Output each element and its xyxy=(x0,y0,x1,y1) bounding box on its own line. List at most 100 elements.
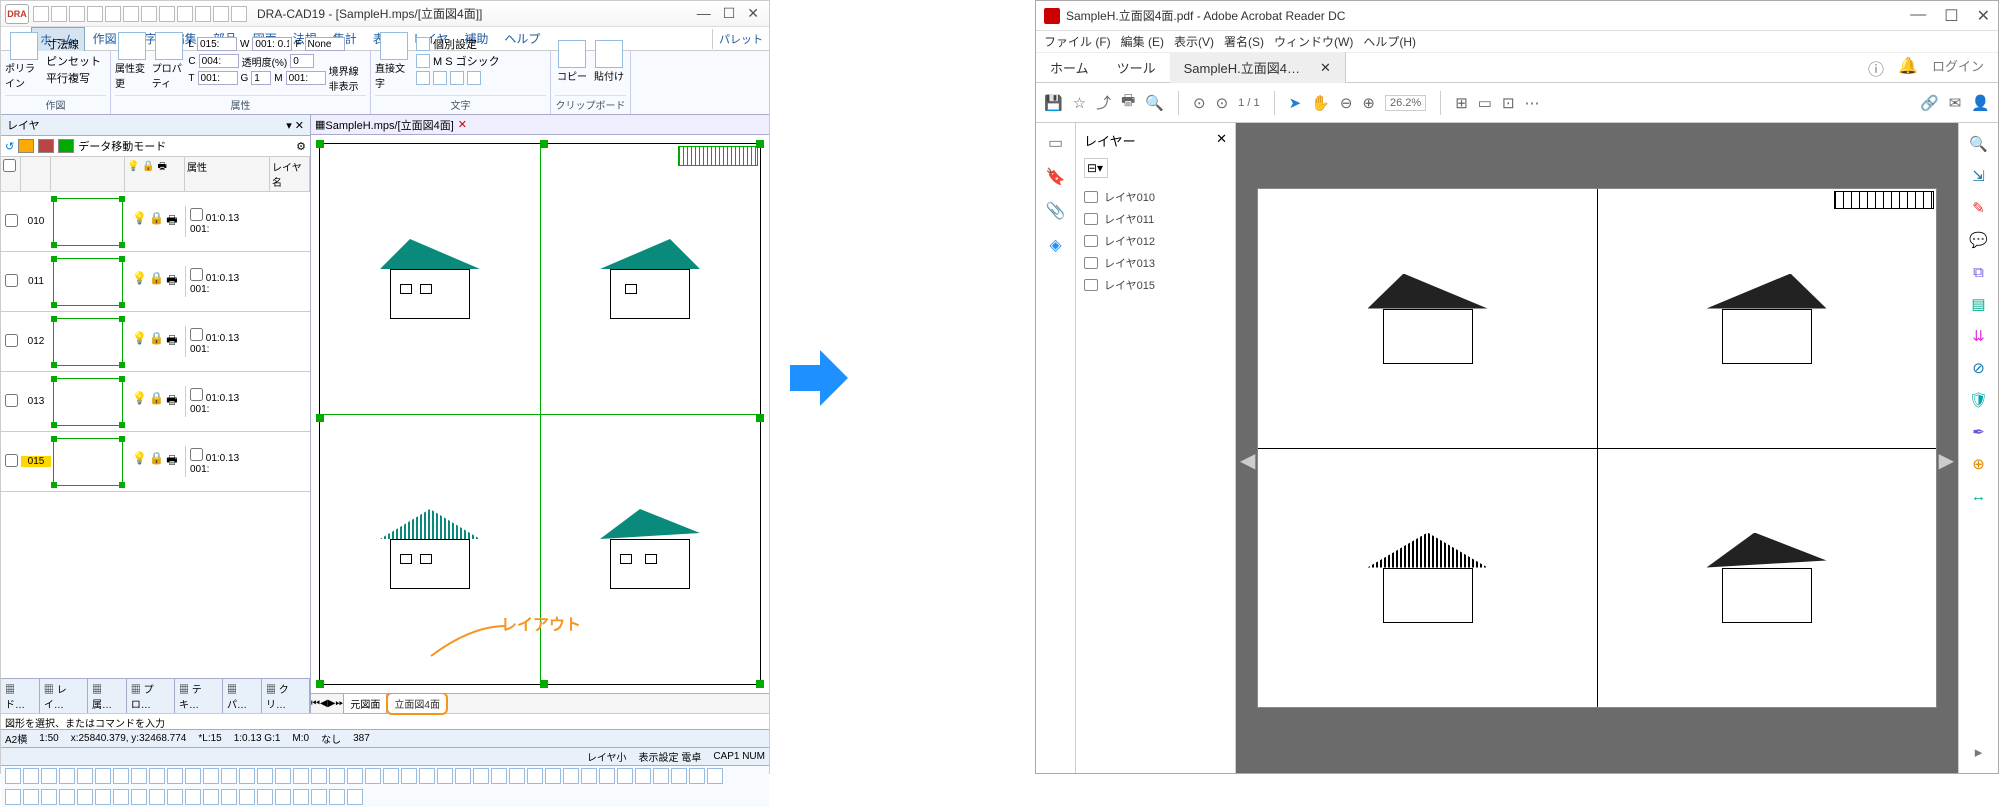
bulb-icon[interactable]: 💡 xyxy=(132,451,147,472)
tab-file[interactable]: SampleH.立面図4…✕ xyxy=(1170,52,1346,83)
zoom-select[interactable]: 26.2% xyxy=(1385,95,1426,111)
tool-icon[interactable] xyxy=(41,768,57,784)
qat-icon[interactable] xyxy=(105,6,121,22)
search-icon[interactable]: 🔍 xyxy=(1145,94,1164,112)
panel-tab[interactable]: ▦ クリ… xyxy=(262,679,310,713)
monitor-icon[interactable] xyxy=(58,139,74,153)
boundary-button[interactable]: 境界線非表示 xyxy=(329,63,366,93)
tool-icon[interactable] xyxy=(257,768,273,784)
page-down-icon[interactable]: ⊙ xyxy=(1216,94,1229,112)
refresh-icon[interactable]: ↺ xyxy=(5,140,14,153)
page-next-icon[interactable]: ▶ xyxy=(1939,448,1954,473)
text-tool-icon[interactable] xyxy=(450,71,464,85)
paste-button[interactable]: 貼付け xyxy=(592,40,626,83)
tool-icon[interactable] xyxy=(239,789,255,805)
layer-checkbox[interactable] xyxy=(5,454,18,467)
tool-icon[interactable] xyxy=(563,768,579,784)
tool-icon[interactable] xyxy=(95,789,111,805)
qat-icon[interactable] xyxy=(33,6,49,22)
layer-row[interactable]: 010 💡🔒🖶 01:0.13001: xyxy=(1,192,310,252)
qat-icon[interactable] xyxy=(141,6,157,22)
tool-icon[interactable] xyxy=(77,768,93,784)
link-icon[interactable]: 🔗 xyxy=(1920,94,1939,112)
star-icon[interactable]: ☆ xyxy=(1073,94,1086,112)
tool-icon[interactable] xyxy=(419,768,435,784)
share-icon[interactable]: 👤 xyxy=(1971,94,1990,112)
panel-tab[interactable]: ▦ 属… xyxy=(88,679,127,713)
layer-checkbox[interactable] xyxy=(5,394,18,407)
print-icon[interactable]: 🖶 xyxy=(166,211,177,232)
print-icon[interactable]: 🖶 xyxy=(1121,90,1135,115)
property-button[interactable]: プロパティ xyxy=(152,32,186,90)
lock-icon[interactable]: 🔒 xyxy=(149,271,164,292)
print-icon[interactable]: 🖶 xyxy=(166,331,177,352)
polyline-button[interactable]: ポリライン xyxy=(5,32,43,90)
combine-icon[interactable]: ⧉ xyxy=(1968,261,1990,283)
lock-icon[interactable]: 🔒 xyxy=(149,391,164,412)
doc-close-icon[interactable]: ✕ xyxy=(458,118,467,131)
more-icon[interactable]: ⋯ xyxy=(1525,94,1540,112)
layer-row[interactable]: 015 💡🔒🖶 01:0.13001: xyxy=(1,432,310,492)
tool-icon[interactable] xyxy=(131,789,147,805)
paper-size[interactable]: A2横 xyxy=(5,731,27,746)
tool-icon[interactable] xyxy=(545,768,561,784)
pdf-layer-item[interactable]: レイヤ010 xyxy=(1084,186,1227,208)
upload-icon[interactable]: ⤴ xyxy=(1096,92,1111,113)
tool-icon[interactable] xyxy=(275,789,291,805)
panel-tab[interactable]: ▦ テキ… xyxy=(175,679,223,713)
qat-icon[interactable] xyxy=(69,6,85,22)
layers-icon[interactable]: ◈ xyxy=(1049,235,1061,255)
lock-icon[interactable]: 🔒 xyxy=(149,211,164,232)
bulb-icon[interactable]: 💡 xyxy=(132,211,147,232)
collapse-icon[interactable]: ▸ xyxy=(1968,741,1990,763)
drawing-canvas[interactable] xyxy=(311,135,769,693)
tab-original[interactable]: 元図面 xyxy=(343,693,387,714)
tool-icon[interactable] xyxy=(149,768,165,784)
layer-row[interactable]: 013 💡🔒🖶 01:0.13001: xyxy=(1,372,310,432)
display-mode[interactable]: 表示設定 電卓 xyxy=(639,749,702,764)
menu-help[interactable]: ヘルプ(H) xyxy=(1363,33,1416,50)
layer-checkbox[interactable] xyxy=(5,274,18,287)
tool-icon[interactable] xyxy=(5,789,21,805)
tool-icon[interactable] xyxy=(239,768,255,784)
qat-icon[interactable] xyxy=(213,6,229,22)
tool-icon[interactable] xyxy=(59,768,75,784)
minimize-icon[interactable]: — xyxy=(697,5,711,22)
compress-icon[interactable]: ⇊ xyxy=(1968,325,1990,347)
panel-tab[interactable]: ▦ レイ… xyxy=(40,679,88,713)
comment-icon[interactable]: 💬 xyxy=(1968,229,1990,251)
minimize-icon[interactable]: — xyxy=(1910,6,1926,26)
tool-icon[interactable] xyxy=(77,789,93,805)
page-prev-icon[interactable]: ◀ xyxy=(1240,448,1255,473)
bell-icon[interactable]: 🔔 xyxy=(1898,56,1918,80)
panel-tab[interactable]: ▦ パ… xyxy=(223,679,262,713)
style-icon[interactable] xyxy=(416,37,430,51)
menu-view[interactable]: 表示(V) xyxy=(1174,33,1214,50)
font-select[interactable]: M S ゴシック xyxy=(433,53,500,69)
font-icon[interactable] xyxy=(416,54,430,68)
page-up-icon[interactable]: ⊙ xyxy=(1193,94,1206,112)
tool-icon[interactable] xyxy=(95,768,111,784)
print-icon[interactable]: 🖶 xyxy=(166,271,177,292)
maximize-icon[interactable]: ☐ xyxy=(723,5,736,22)
qat-icon[interactable] xyxy=(231,6,247,22)
print-icon[interactable]: 🖶 xyxy=(166,391,177,412)
edit-pdf-icon[interactable]: ✎ xyxy=(1968,197,1990,219)
hand-icon[interactable]: ✋ xyxy=(1311,94,1330,112)
pin-icon[interactable]: ▾ xyxy=(286,120,292,132)
eye-icon[interactable] xyxy=(1084,191,1098,203)
layer-row[interactable]: 011 💡🔒🖶 01:0.13001: xyxy=(1,252,310,312)
tool-icon[interactable] xyxy=(347,789,363,805)
tool-icon[interactable] xyxy=(5,768,21,784)
lock-icon[interactable]: 🔒 xyxy=(149,451,164,472)
thumbnails-icon[interactable]: ▭ xyxy=(1048,133,1063,153)
pdf-viewport[interactable]: ◀ ▶ xyxy=(1236,123,1958,773)
g-input[interactable] xyxy=(251,71,271,85)
text-tool-icon[interactable] xyxy=(433,71,447,85)
pdf-layer-item[interactable]: レイヤ013 xyxy=(1084,252,1227,274)
page-indicator[interactable]: 1 / 1 xyxy=(1238,97,1259,109)
kobetsu-label[interactable]: 個別設定 xyxy=(433,36,477,52)
menu-window[interactable]: ウィンドウ(W) xyxy=(1274,33,1353,50)
monitor-icon[interactable] xyxy=(38,139,54,153)
login-link[interactable]: ログイン xyxy=(1932,56,1984,80)
